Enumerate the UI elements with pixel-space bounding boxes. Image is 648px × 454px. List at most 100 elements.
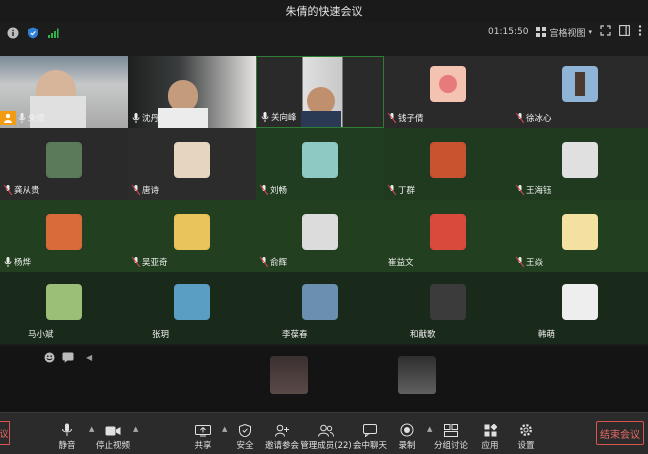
participant-tile[interactable]: 杨烨 [0,200,128,272]
participant-name: 朱倩 [28,114,46,124]
participant-name: 张玥 [152,330,170,340]
meeting-window: 朱倩的快速会议 01:15:50 宫格视图 ▾ 朱倩 沈丹 关向峰 钱子倩 徐冰… [0,0,648,454]
participant-tile[interactable]: 王海钰 [512,128,648,200]
mic-muted-icon [260,185,268,195]
meeting-timer: 01:15:50 [488,27,529,37]
meeting-toolbar: 议 静音 ▲ 停止视频 ▲ 共享 ▲ 安全 邀请参会 管理成员(22) 会中聊天… [0,412,648,454]
participant-name: 徐冰心 [526,114,552,124]
participant-tile[interactable]: 徐冰心 [512,56,648,128]
members-icon [318,424,334,437]
avatar [430,284,466,320]
record-icon [400,423,414,437]
mic-muted-icon [516,257,524,267]
participant-tile[interactable]: 龚从贵 [0,128,128,200]
end-meeting-label: 结束会议 [600,429,640,441]
participant-name: 马小斌 [28,330,54,340]
leave-stub-button[interactable]: 议 [0,421,10,445]
participant-tile[interactable]: 李葆春 [256,272,384,344]
avatar [562,66,598,102]
chevron-up-icon[interactable]: ▲ [133,425,138,433]
participant-name: 王焱 [526,258,544,268]
participant-tile[interactable]: 王焱 [512,200,648,272]
participant-grid: 朱倩 沈丹 关向峰 钱子倩 徐冰心 龚从贵 唐诗 刘畅 丁群 王海钰 杨烨 吴亚… [0,56,648,346]
participant-name: 崔益文 [388,258,414,268]
participant-tile[interactable]: 朱倩 [0,56,128,128]
mic-icon [261,112,269,122]
share-label: 共享 [194,441,212,451]
participant-tile[interactable]: 沈丹 [128,56,256,128]
signal-strength-icon[interactable] [46,26,60,40]
participant-tile[interactable]: 钱子倩 [384,56,512,128]
more-options-icon[interactable] [638,25,642,39]
security-label: 安全 [236,441,254,451]
participant-name: 沈丹 [142,114,160,124]
avatar [302,284,338,320]
apps-label: 应用 [481,441,499,451]
video-shirt [158,108,208,128]
avatar [46,284,82,320]
participant-tile[interactable]: 马小斌 [0,272,128,344]
avatar [562,214,598,250]
mic-muted-icon [388,185,396,195]
participant-tile[interactable]: 和献歌 [384,272,512,344]
mic-muted-icon [132,257,140,267]
mic-icon [4,257,12,267]
participant-tile[interactable]: 唐诗 [128,128,256,200]
breakout-rooms-icon [444,424,458,437]
participant-thumbnail[interactable] [270,356,308,394]
chevron-down-icon: ▾ [588,28,592,36]
camera-icon [105,426,121,436]
end-meeting-button[interactable]: 结束会议 [596,421,644,445]
shield-icon[interactable] [26,26,40,40]
settings-button[interactable]: 设置 [501,417,551,451]
fullscreen-icon[interactable] [600,25,611,39]
participant-name: 唐诗 [142,186,160,196]
participant-tile[interactable]: 崔益文 [384,200,512,272]
stop-video-label: 停止视频 [95,441,130,451]
participant-name: 吴亚奇 [142,258,168,268]
title-bar: 朱倩的快速会议 [0,0,648,22]
smile-icon[interactable] [44,352,55,366]
participant-tile-active-speaker[interactable]: 关向峰 [256,56,384,128]
avatar [174,214,210,250]
mic-icon [132,113,140,123]
avatar [46,142,82,178]
avatar [302,142,338,178]
mic-muted-icon [132,185,140,195]
avatar [46,214,82,250]
collapse-left-icon[interactable]: ◀ [86,353,92,362]
chat-bubble-icon[interactable] [62,352,74,366]
overflow-strip: ◀ [0,346,648,412]
chat-icon [363,424,377,437]
add-user-icon [275,424,289,437]
info-icon[interactable] [6,26,20,40]
participant-tile[interactable]: 韩萌 [512,272,648,344]
stop-video-button[interactable]: 停止视频 [88,417,138,451]
window-title: 朱倩的快速会议 [285,5,363,18]
host-badge-icon [0,111,16,125]
mic-icon [18,113,26,123]
avatar [562,284,598,320]
participant-tile[interactable]: 丁群 [384,128,512,200]
participant-thumbnail[interactable] [398,356,436,394]
record-button[interactable]: 录制 [382,417,432,451]
share-screen-icon [195,425,211,437]
participant-name: 王海钰 [526,186,552,196]
avatar [174,284,210,320]
view-mode-label: 宫格视图 [549,28,586,39]
avatar [430,214,466,250]
sidebar-toggle-icon[interactable] [619,25,630,39]
participant-name: 钱子倩 [398,114,424,124]
avatar [430,66,466,102]
view-mode-button[interactable]: 宫格视图 ▾ [536,26,592,39]
participant-name: 韩萌 [538,330,556,340]
manage-members-label: 管理成员(22) [300,441,352,451]
mute-button[interactable]: 静音 [42,417,92,451]
mic-muted-icon [516,185,524,195]
participant-tile[interactable]: 刘畅 [256,128,384,200]
gear-icon [520,424,532,436]
participant-tile[interactable]: 俞辉 [256,200,384,272]
participant-tile[interactable]: 吴亚奇 [128,200,256,272]
participant-tile[interactable]: 张玥 [128,272,256,344]
avatar [174,142,210,178]
